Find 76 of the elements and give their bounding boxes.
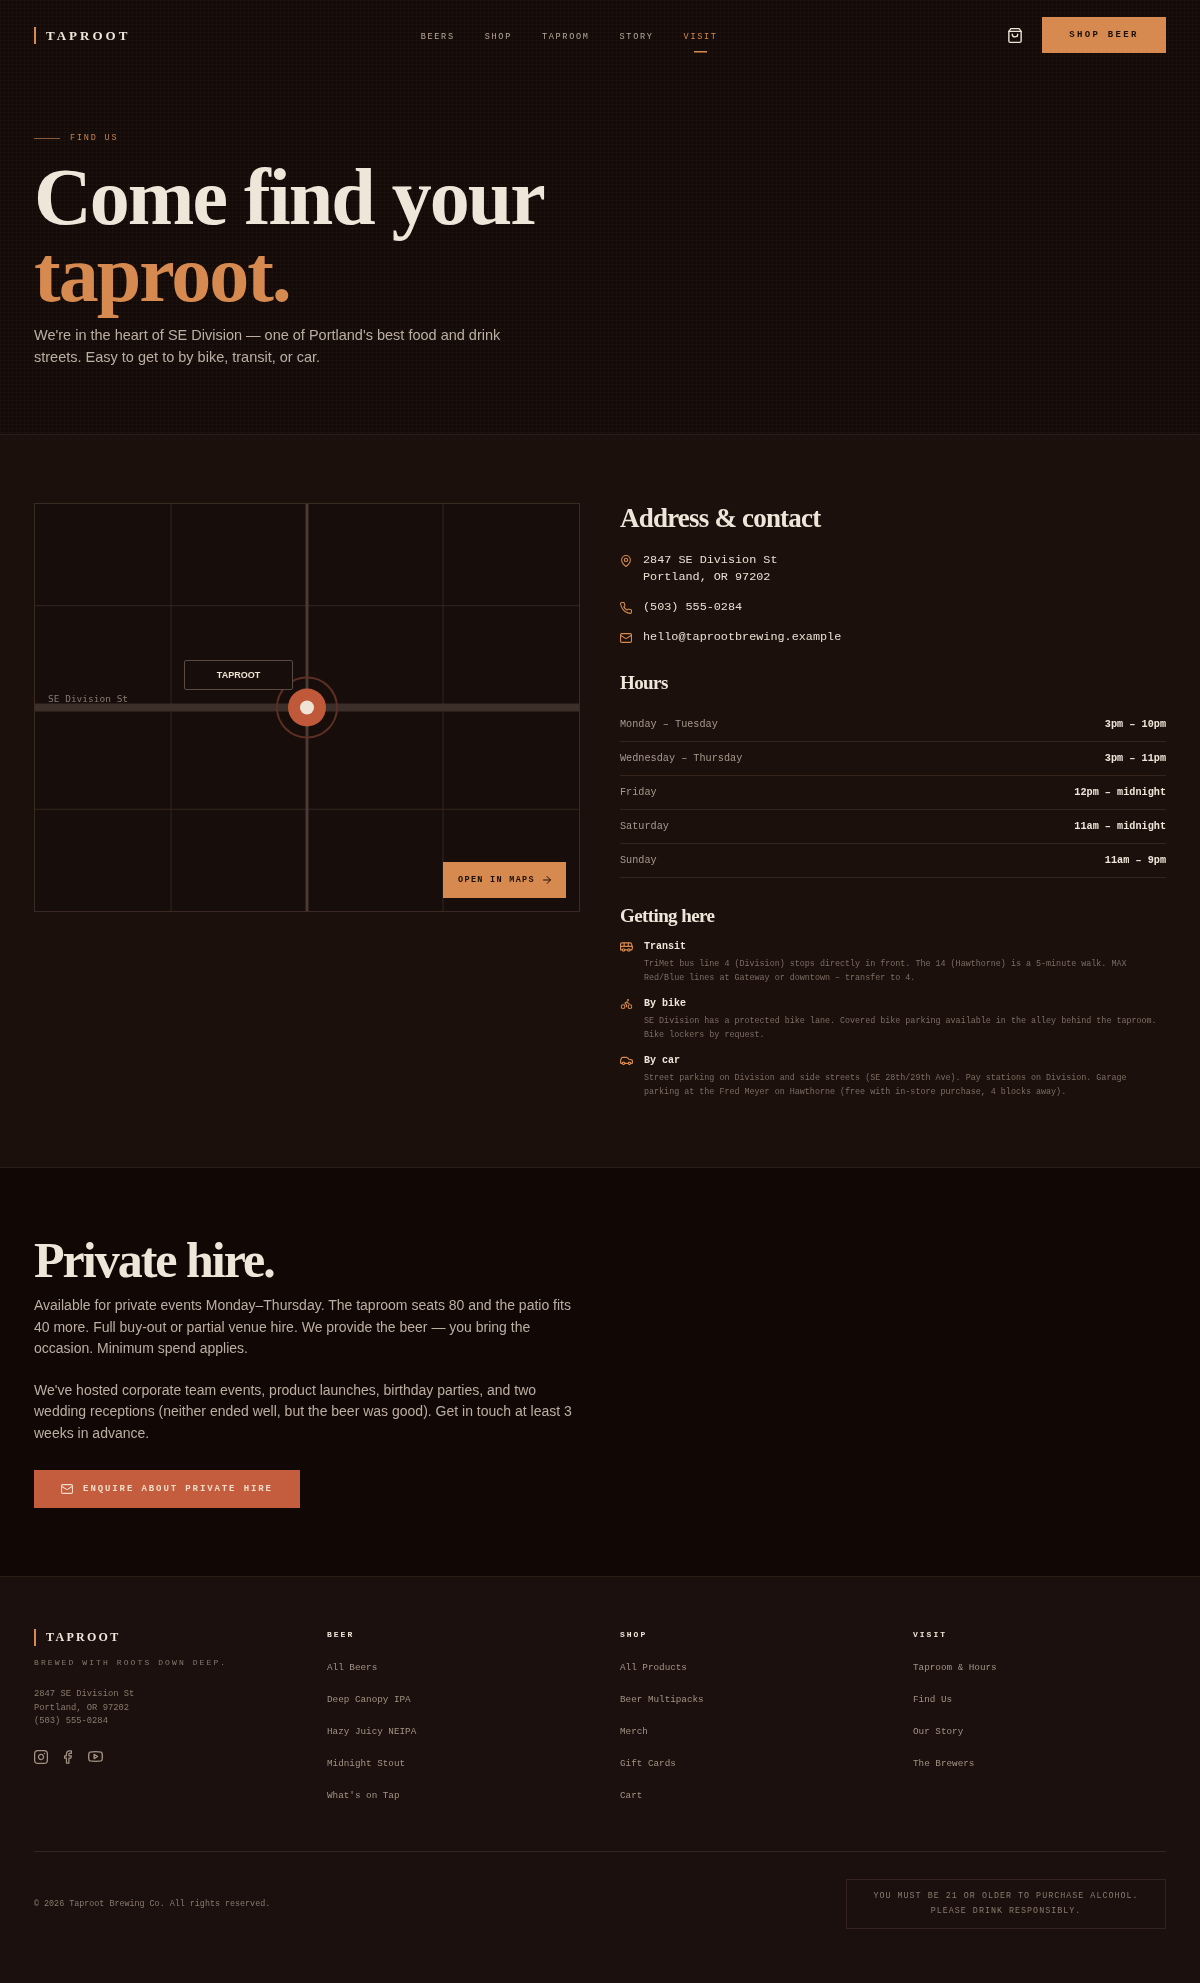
- location-marker-icon[interactable]: [276, 676, 338, 739]
- address-line: Portland, OR 97202: [34, 1701, 131, 1715]
- footer-link[interactable]: What's on Tap: [327, 1790, 400, 1802]
- nav-link[interactable]: BEERS: [420, 27, 455, 53]
- street-label: SE Division St: [48, 693, 129, 705]
- age-notice: YOU MUST BE 21 OR OLDER TO PURCHASE ALCOHOL. PLEASE DRINK RESPONSIBLY.: [846, 1879, 1166, 1929]
- bicycle-icon: [620, 999, 633, 1009]
- open-in-maps-button[interactable]: OPEN IN MAPS: [443, 862, 566, 898]
- column-heading: BEER: [327, 1629, 355, 1641]
- footer-link[interactable]: Midnight Stout: [327, 1758, 406, 1770]
- hours-value: 12pm – midnight: [1074, 786, 1166, 799]
- phone-icon: [620, 601, 632, 614]
- footer-link[interactable]: Merch: [620, 1726, 648, 1738]
- nav-link[interactable]: STORY: [619, 27, 654, 53]
- footer-link[interactable]: Hazy Juicy NEIPA: [327, 1726, 417, 1738]
- footer-link[interactable]: Find Us: [913, 1694, 953, 1706]
- hours-value: 3pm – 11pm: [1104, 752, 1166, 765]
- footer-link[interactable]: Gift Cards: [620, 1758, 676, 1770]
- column-heading: SHOP: [620, 1629, 648, 1641]
- day-label: Monday – Tuesday: [620, 718, 718, 731]
- day-label: Friday: [620, 786, 657, 799]
- mode-title: By car: [644, 1055, 680, 1067]
- map[interactable]: SE Division St TAPROOT OPEN IN MAPS: [34, 503, 580, 912]
- mode-description: TriMet bus line 4 (Division) stops directly in front. The 14 (Hawthorne) is a 5-minute walk. MAX Red/Blue lines at Gateway or downtown – transfer to 4.: [644, 958, 1128, 985]
- mail-icon: [61, 1484, 74, 1494]
- shop-beer-button[interactable]: SHOP BEER: [1042, 17, 1166, 53]
- address-line: 2847 SE Division St: [34, 1688, 135, 1701]
- mode-description: SE Division has a protected bike lane. Covered bike parking available in the alley behind the taproom. Bike lockers by request.: [644, 1015, 1158, 1042]
- footer-link[interactable]: Beer Multipacks: [620, 1694, 704, 1706]
- intro-text: We're in the heart of SE Division — one of Portland's best food and drink streets. Easy to get to by bike, transit, or car.: [34, 326, 502, 367]
- section-heading: Address & contact: [620, 503, 821, 534]
- address-line: 2847 SE Division St: [643, 552, 778, 569]
- body-text: We've hosted corporate team events, product launches, birthday parties, and two wedding receptions (neither ended well, but the beer was good). Get in touch at least 3 weeks in advance.: [34, 1380, 573, 1443]
- mode-title: Transit: [644, 941, 686, 953]
- footer-link[interactable]: Taproom & Hours: [913, 1662, 997, 1674]
- location-pin-icon: [620, 554, 632, 567]
- phone-link[interactable]: (503) 555-0284: [643, 599, 743, 616]
- footer-link[interactable]: All Beers: [327, 1662, 378, 1674]
- hero-heading: Come find your taproot.: [34, 152, 545, 320]
- bus-icon: [620, 942, 633, 952]
- hours-value: 11am – midnight: [1074, 820, 1166, 833]
- day-label: Sunday: [620, 854, 657, 867]
- day-label: Saturday: [620, 820, 669, 833]
- column-heading: VISIT: [913, 1629, 947, 1641]
- place-label: TAPROOT: [184, 660, 293, 690]
- mode-description: Street parking on Division and side streets (SE 28th/29th Ave). Pay stations on Division. Garage parking at the Fred Meyer on Hawthorne (free with in-store purchase, 4 blocks away).: [644, 1072, 1128, 1099]
- footer-link[interactable]: The Brewers: [913, 1758, 975, 1770]
- copyright-text: © 2026 Taproot Brewing Co. All rights reserved.: [34, 1898, 271, 1910]
- logo[interactable]: TAPROOT: [34, 1629, 121, 1646]
- tagline: BREWED WITH ROOTS DOWN DEEP.: [34, 1657, 228, 1669]
- hours-value: 11am – 9pm: [1104, 854, 1166, 867]
- footer-link[interactable]: Cart: [620, 1790, 643, 1802]
- mail-icon: [620, 631, 632, 644]
- arrow-right-icon: [542, 876, 551, 884]
- hours-value: 3pm – 10pm: [1104, 718, 1166, 731]
- day-label: Wednesday – Thursday: [620, 752, 743, 765]
- section-heading: Private hire.: [34, 1235, 274, 1285]
- facebook-icon[interactable]: [64, 1749, 72, 1764]
- footer-link[interactable]: All Products: [620, 1662, 687, 1674]
- instagram-icon[interactable]: [34, 1749, 48, 1764]
- car-icon: [620, 1056, 633, 1066]
- youtube-icon[interactable]: [88, 1751, 103, 1762]
- eyebrow-label: FIND US: [70, 132, 119, 144]
- address-line: (503) 555-0284: [34, 1715, 109, 1728]
- nav-link[interactable]: TAPROOM: [541, 27, 590, 53]
- logo[interactable]: TAPROOT: [34, 26, 131, 44]
- email-link[interactable]: hello@taprootbrewing.example: [643, 629, 842, 646]
- section-heading: Getting here: [620, 905, 715, 927]
- body-text: Available for private events Monday–Thursday. The taproom seats 80 and the patio fits 40 more. Full buy-out or partial venue hire. We provide the beer — you bring the occasion. Minimum spend applies.: [34, 1296, 572, 1358]
- footer-link[interactable]: Our Story: [913, 1726, 964, 1738]
- shopping-bag-icon[interactable]: [1008, 27, 1022, 43]
- nav-link[interactable]: SHOP: [484, 27, 512, 53]
- footer-link[interactable]: Deep Canopy IPA: [327, 1694, 411, 1706]
- address-line: Portland, OR 97202: [643, 569, 772, 586]
- section-heading: Hours: [620, 672, 668, 694]
- mode-title: By bike: [644, 998, 686, 1010]
